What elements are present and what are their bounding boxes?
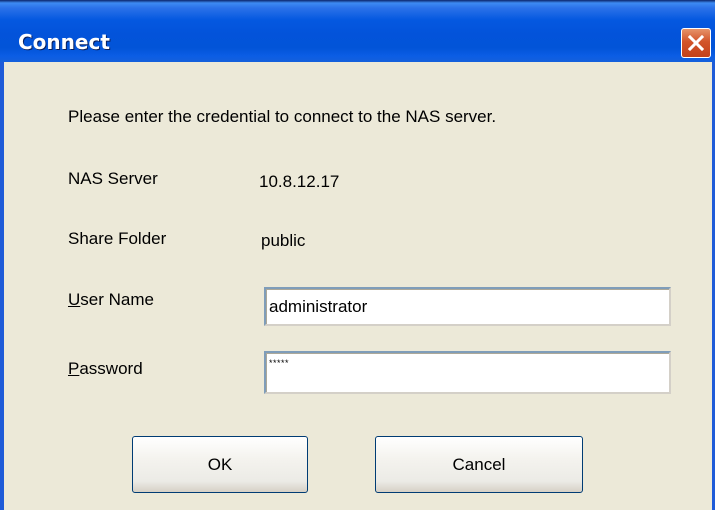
share-folder-value: public — [261, 231, 306, 250]
connect-dialog: Connect Please enter the credential to c… — [0, 0, 715, 510]
title-bar[interactable]: Connect — [0, 0, 715, 62]
password-label-text: assword — [79, 359, 143, 378]
instruction-message: Please enter the credential to connect t… — [68, 107, 497, 126]
nas-server-label: NAS Server — [68, 169, 158, 188]
username-label-accesskey: U — [68, 290, 81, 309]
close-button[interactable] — [681, 28, 711, 58]
ok-button[interactable]: OK — [132, 436, 308, 493]
password-label: Password — [68, 359, 143, 379]
window-border-left — [0, 62, 4, 510]
username-label-text: ser Name — [80, 290, 154, 309]
window-title: Connect — [18, 30, 110, 54]
nas-server-value: 10.8.12.17 — [259, 172, 340, 191]
close-icon — [688, 35, 704, 51]
username-field[interactable] — [264, 287, 671, 326]
password-label-accesskey: P — [68, 359, 80, 378]
username-label: User Name — [68, 290, 154, 310]
cancel-button[interactable]: Cancel — [375, 436, 583, 493]
password-field[interactable]: ***** — [264, 351, 671, 394]
share-folder-label: Share Folder — [68, 229, 167, 248]
